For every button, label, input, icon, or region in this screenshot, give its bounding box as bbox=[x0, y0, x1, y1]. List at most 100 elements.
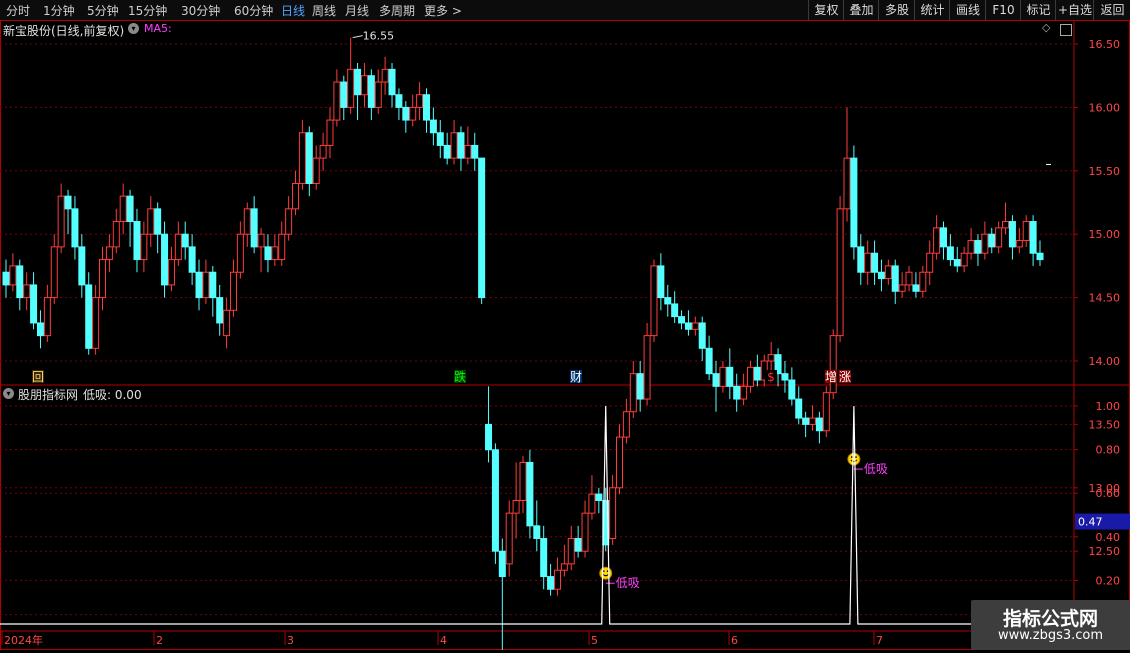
candle-body bbox=[71, 208, 79, 248]
period-toolbar: 分时 1分钟 5分钟 15分钟 30分钟 60分钟 日线 周线 月线 多周期 更多 > 复权 叠加 多股统… bbox=[0, 0, 1130, 20]
candle-body bbox=[2, 271, 10, 286]
candle-body bbox=[733, 385, 741, 400]
price-tick-label: 15.00 bbox=[1089, 228, 1121, 241]
candle-body bbox=[540, 538, 548, 578]
candle-body bbox=[919, 271, 927, 292]
candle-body bbox=[23, 284, 31, 299]
indicator-tick-label: 0.60 bbox=[1096, 487, 1121, 500]
candle-body bbox=[767, 354, 775, 362]
high-price-label: 16.55 bbox=[363, 30, 395, 43]
candle-body bbox=[333, 81, 341, 121]
period-tab-6[interactable]: 日线 bbox=[281, 3, 305, 19]
period-tab-10[interactable]: 更多 > bbox=[424, 3, 462, 19]
candle-body bbox=[181, 233, 189, 248]
candle-body bbox=[567, 538, 575, 565]
ma-dropdown-icon[interactable]: ▾ bbox=[128, 23, 139, 34]
watermark-logo: 指标公式网 www.zbgs3.com bbox=[971, 600, 1130, 650]
candle-body bbox=[457, 132, 465, 159]
toolbar-button-5[interactable]: F10 bbox=[985, 0, 1021, 20]
period-tab-4[interactable]: 30分钟 bbox=[181, 3, 220, 19]
candle-body bbox=[946, 246, 954, 261]
indicator-tick-label: 1.00 bbox=[1096, 400, 1121, 413]
candle-body bbox=[257, 233, 265, 248]
candle-body bbox=[588, 493, 596, 514]
candle-body bbox=[533, 525, 541, 540]
toolbar-button-7[interactable]: 返回 bbox=[1093, 0, 1130, 20]
candle-body bbox=[864, 252, 872, 273]
period-tab-8[interactable]: 月线 bbox=[345, 3, 369, 19]
toolbar-button-0[interactable]: 复权 bbox=[808, 0, 844, 20]
candle-body bbox=[30, 284, 38, 324]
candle-body bbox=[802, 417, 810, 425]
candle-body bbox=[354, 68, 362, 96]
candle-body bbox=[381, 68, 389, 83]
toolbar-button-2[interactable]: 多股 bbox=[878, 0, 915, 20]
chart-frame: 16.50 16.00 15.50 15.00 14.50 14.00 13.50 13.00… bbox=[0, 20, 1130, 653]
period-tab-7[interactable]: 周线 bbox=[312, 3, 336, 19]
diamond-icon[interactable]: ◇ bbox=[1042, 21, 1050, 34]
candle-body bbox=[16, 265, 24, 299]
candle-body bbox=[636, 373, 644, 400]
candle-body bbox=[857, 246, 865, 273]
candle-body bbox=[278, 233, 286, 261]
candle-body bbox=[740, 385, 748, 400]
candle-body bbox=[422, 94, 430, 121]
candle-body bbox=[939, 227, 947, 248]
candle-body bbox=[305, 132, 313, 184]
watermark-url: www.zbgs3.com bbox=[997, 628, 1104, 643]
candle-body bbox=[92, 297, 100, 349]
candle-body bbox=[650, 265, 658, 337]
candle-body bbox=[202, 271, 210, 299]
window-toggle-icon[interactable] bbox=[1060, 24, 1072, 36]
candle-body bbox=[1029, 221, 1037, 254]
candle-body bbox=[154, 208, 162, 235]
period-tab-1[interactable]: 1分钟 bbox=[43, 3, 75, 19]
period-tab-0[interactable]: 分时 bbox=[6, 3, 30, 19]
event-marker-5: 涨 bbox=[839, 369, 851, 384]
indicator-title: 股朋指标网 bbox=[18, 388, 79, 402]
candle-body bbox=[829, 335, 837, 394]
toolbar-button-3[interactable]: 统计 bbox=[914, 0, 950, 20]
indicator-dropdown-icon[interactable]: ▾ bbox=[3, 388, 14, 399]
candle-body bbox=[147, 208, 155, 235]
toolbar-button-1[interactable]: 叠加 bbox=[843, 0, 879, 20]
candle-body bbox=[815, 417, 823, 432]
toolbar-button-6[interactable]: +自选 bbox=[1055, 0, 1094, 20]
period-tab-3[interactable]: 15分钟 bbox=[128, 3, 167, 19]
candle-body bbox=[167, 259, 175, 286]
candle-body bbox=[960, 252, 968, 267]
candle-body bbox=[719, 366, 727, 387]
period-tab-5[interactable]: 60分钟 bbox=[234, 3, 273, 19]
candle-body bbox=[726, 366, 734, 387]
candle-body bbox=[629, 373, 637, 413]
period-tab-9[interactable]: 多周期 bbox=[379, 3, 415, 19]
candle-body bbox=[1008, 221, 1016, 248]
candle-body bbox=[174, 233, 182, 261]
candle-body bbox=[319, 144, 327, 159]
candle-body bbox=[933, 227, 941, 254]
candle-body bbox=[519, 461, 527, 501]
signal-2-smile-icon bbox=[847, 452, 861, 466]
candle-body bbox=[788, 379, 796, 400]
candle-body bbox=[560, 563, 568, 571]
candle-body bbox=[450, 132, 458, 159]
candle-body bbox=[464, 144, 472, 159]
candle-body bbox=[209, 271, 217, 299]
watermark-title: 指标公式网 bbox=[1002, 608, 1098, 630]
candle-body bbox=[250, 208, 258, 248]
period-tab-2[interactable]: 5分钟 bbox=[87, 3, 119, 19]
candle-body bbox=[678, 316, 686, 324]
candle-body bbox=[78, 246, 86, 286]
candle-body bbox=[974, 240, 982, 254]
candle-body bbox=[981, 233, 989, 254]
candle-body bbox=[595, 493, 603, 501]
candle-body bbox=[988, 233, 996, 248]
mark-button[interactable]: 标记 bbox=[1020, 0, 1056, 20]
toolbar-button-4[interactable]: 画线 bbox=[949, 0, 986, 20]
candle-body bbox=[1015, 240, 1023, 248]
candle-body bbox=[436, 132, 444, 146]
candle-body bbox=[292, 182, 300, 210]
candle-body bbox=[85, 284, 93, 349]
candle-body bbox=[912, 284, 920, 292]
candle-body bbox=[243, 208, 251, 235]
